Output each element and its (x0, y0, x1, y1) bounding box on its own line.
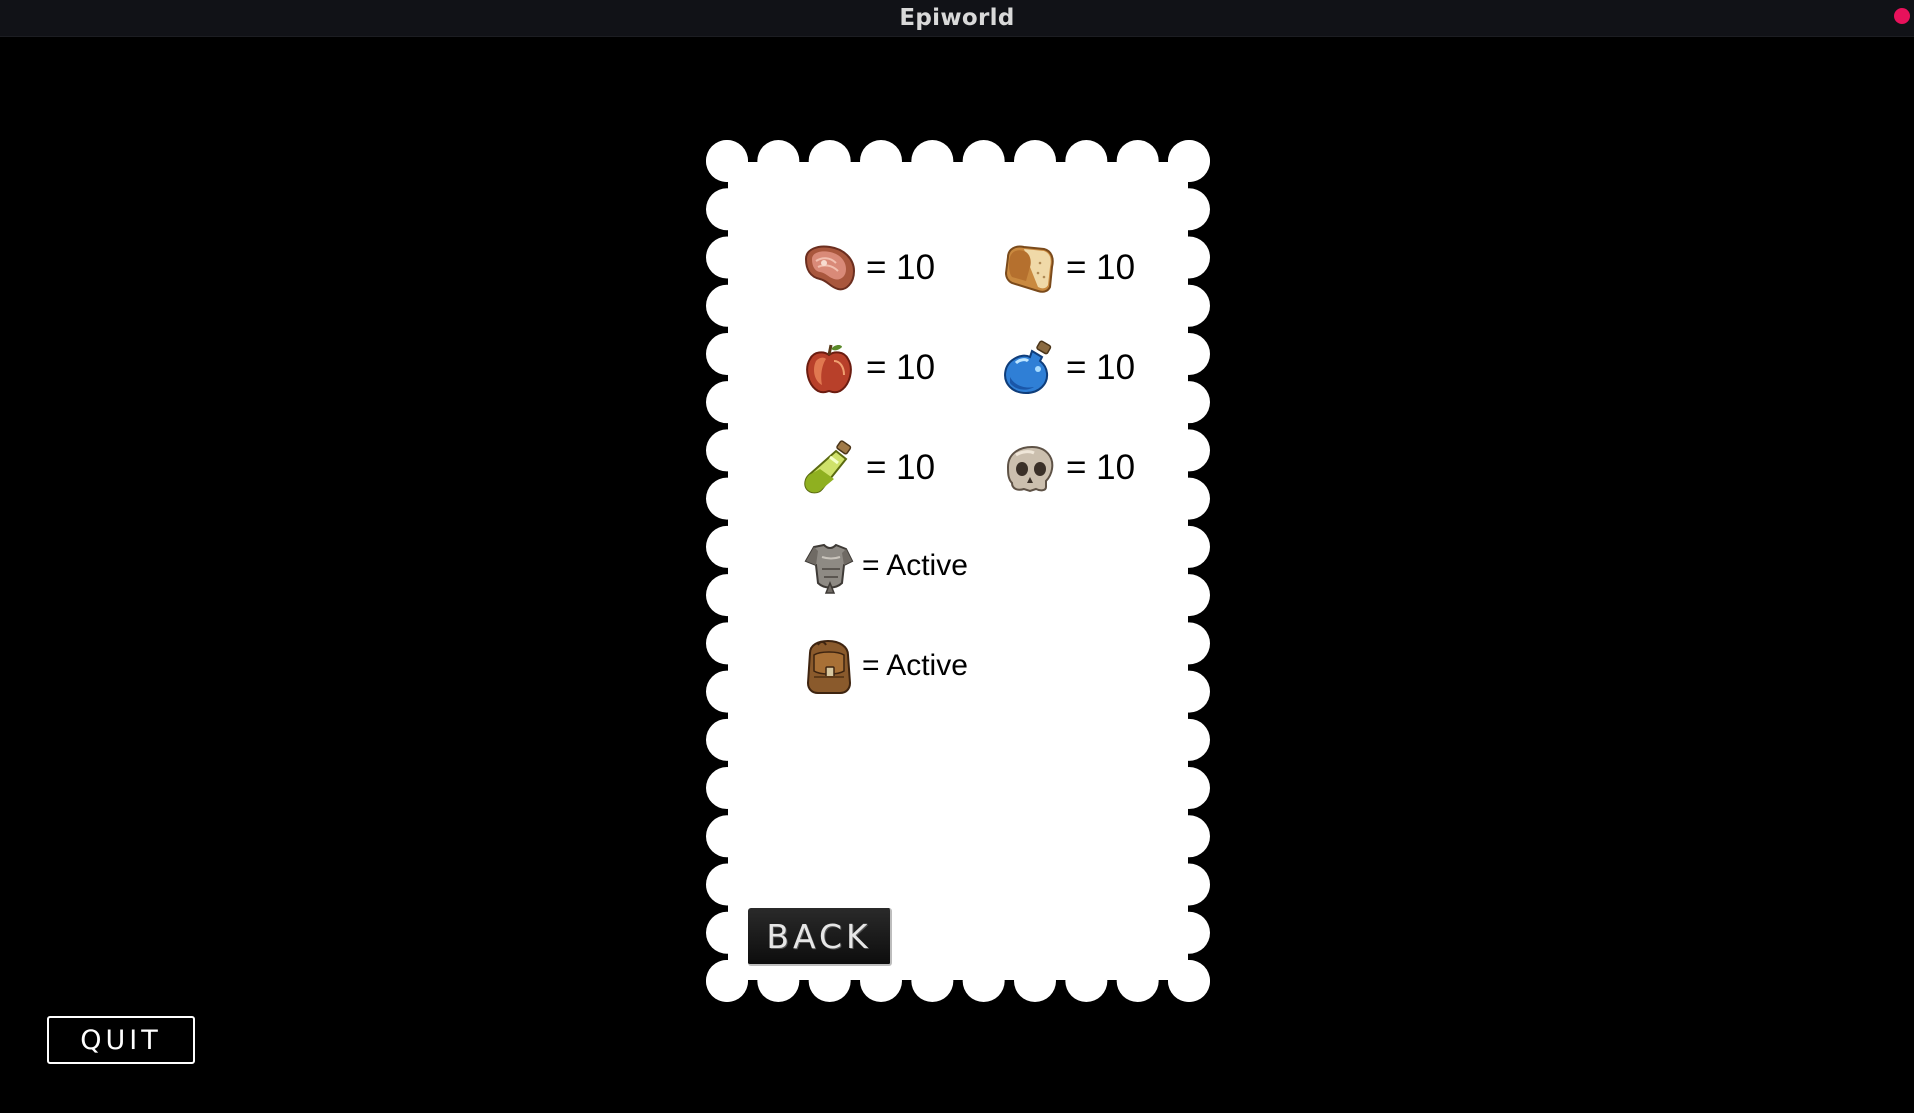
armor-icon (804, 543, 854, 594)
meat-icon (804, 245, 856, 291)
armor-status: = Active (862, 549, 968, 582)
back-button[interactable]: BACK (748, 908, 892, 966)
bread-count: = 10 (1066, 248, 1136, 287)
inventory-item-skull: = 10 (1000, 436, 1135, 500)
close-dot-icon[interactable] (1894, 8, 1910, 24)
inventory-item-blue-potion: = 10 (1000, 336, 1135, 400)
inventory-item-armor: = Active (800, 534, 968, 598)
green-potion-icon (804, 440, 852, 494)
inventory-item-meat: = 10 (800, 236, 935, 300)
quit-button[interactable]: QUIT (47, 1016, 195, 1064)
blue-potion-icon (1004, 340, 1052, 394)
skull-count: = 10 (1066, 448, 1136, 487)
inventory-item-green-potion: = 10 (800, 436, 935, 500)
blue-potion-count: = 10 (1066, 348, 1136, 387)
inventory-item-backpack: = Active (800, 634, 968, 698)
green-potion-count: = 10 (866, 448, 936, 487)
inventory-item-apple: = 10 (800, 336, 935, 400)
meat-count: = 10 (866, 248, 936, 287)
bread-icon (1004, 245, 1054, 293)
inventory-panel: = 10 = 10 = 10 = 10 = 10 = 10 = Active =… (706, 140, 1210, 1002)
window-title: Epiworld (899, 5, 1015, 31)
apple-count: = 10 (866, 348, 936, 387)
skull-icon (1006, 445, 1054, 493)
window-titlebar: Epiworld (0, 0, 1914, 37)
backpack-status: = Active (862, 649, 968, 682)
inventory-item-bread: = 10 (1000, 236, 1135, 300)
backpack-icon (806, 639, 852, 694)
apple-icon (806, 344, 852, 394)
